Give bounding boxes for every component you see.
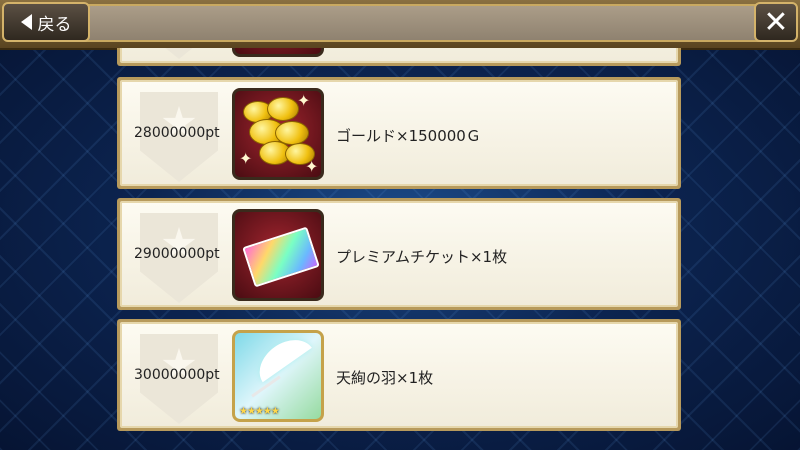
- back-button[interactable]: 戻る: [2, 2, 90, 42]
- top-bar: 戻る ✕: [0, 0, 800, 50]
- reward-row-partial: [117, 48, 681, 66]
- reward-item-name: 天絢の羽×1枚: [336, 369, 434, 387]
- reward-row: 29000000pt プレミアムチケット×1枚: [117, 198, 681, 310]
- reward-points: 29000000pt: [134, 246, 220, 262]
- reward-row-inner: [120, 48, 678, 63]
- reward-points: 28000000pt: [134, 125, 220, 141]
- reward-row-inner: 30000000pt ★★★★★ 天絢の羽×1枚: [120, 322, 678, 428]
- rarity-stars-icon: ★★★★★: [239, 406, 280, 417]
- reward-item-name: ゴールド×150000Ｇ: [336, 127, 481, 145]
- rank-shield-icon: [140, 48, 218, 59]
- item-icon: [232, 48, 324, 57]
- reward-row: 28000000pt ✦ ✦ ✦ ゴールド×150000Ｇ: [117, 77, 681, 189]
- gold-coins-icon: ✦ ✦ ✦: [232, 88, 324, 180]
- reward-points: 30000000pt: [134, 367, 220, 383]
- reward-row-inner: 28000000pt ✦ ✦ ✦ ゴールド×150000Ｇ: [120, 80, 678, 186]
- feather-icon: ★★★★★: [232, 330, 324, 422]
- reward-row: 30000000pt ★★★★★ 天絢の羽×1枚: [117, 319, 681, 431]
- back-arrow-icon: [20, 14, 32, 30]
- reward-list[interactable]: 28000000pt ✦ ✦ ✦ ゴールド×150000Ｇ 29000000pt: [117, 48, 681, 450]
- premium-ticket-icon: [232, 209, 324, 301]
- reward-item-name: プレミアムチケット×1枚: [336, 248, 508, 266]
- reward-row-inner: 29000000pt プレミアムチケット×1枚: [120, 201, 678, 307]
- title-bar: [6, 4, 792, 42]
- close-button[interactable]: ✕: [754, 2, 798, 42]
- back-label: 戻る: [37, 14, 72, 35]
- close-icon: ✕: [763, 4, 789, 40]
